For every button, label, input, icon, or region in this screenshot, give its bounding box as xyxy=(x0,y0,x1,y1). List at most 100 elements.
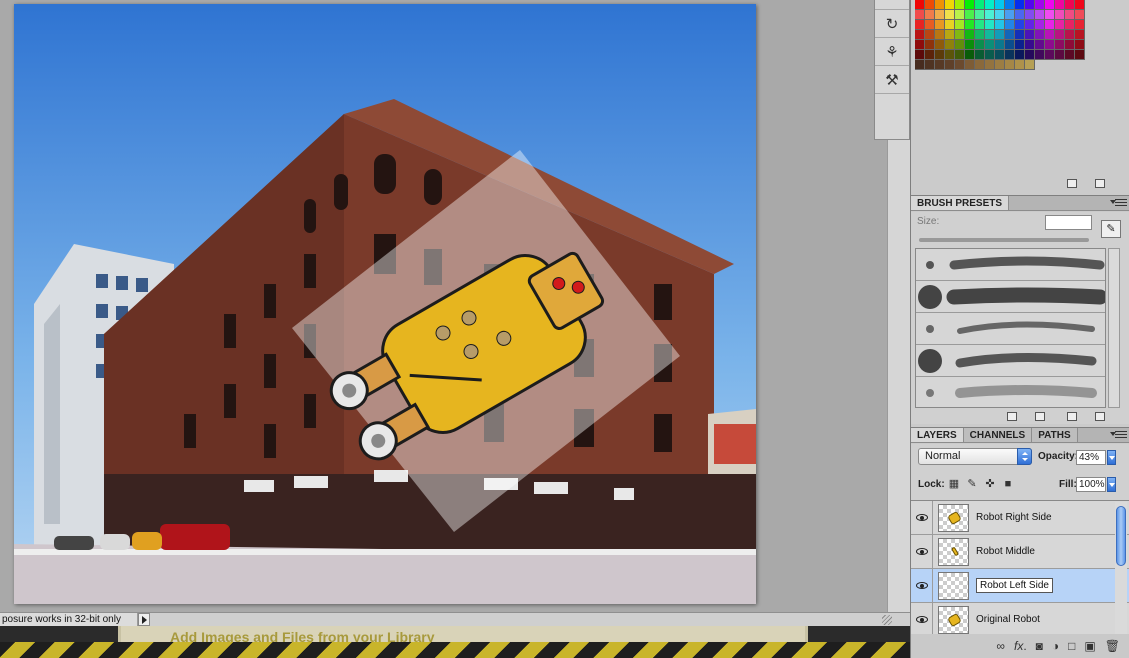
color-swatch[interactable] xyxy=(915,10,925,20)
fill-field[interactable]: 100% xyxy=(1076,477,1106,492)
color-swatch[interactable] xyxy=(1015,30,1025,40)
color-swatch[interactable] xyxy=(925,60,935,70)
delete-swatch-icon[interactable] xyxy=(1095,179,1105,188)
color-swatch[interactable] xyxy=(1035,50,1045,60)
toggle-brush-panel-icon[interactable]: ✎ xyxy=(1101,220,1121,238)
color-swatch[interactable] xyxy=(935,30,945,40)
color-swatch[interactable] xyxy=(915,40,925,50)
brush-preset-item[interactable] xyxy=(916,345,1105,377)
color-swatch[interactable] xyxy=(1005,50,1015,60)
color-swatch[interactable] xyxy=(1005,60,1015,70)
color-swatch[interactable] xyxy=(1075,10,1085,20)
preview-icon[interactable] xyxy=(1007,412,1017,421)
fill-dropdown-icon[interactable] xyxy=(1107,477,1116,492)
color-swatch[interactable] xyxy=(995,50,1005,60)
color-swatch[interactable] xyxy=(1005,10,1015,20)
color-swatch[interactable] xyxy=(1015,0,1025,10)
color-swatch[interactable] xyxy=(955,40,965,50)
color-swatch[interactable] xyxy=(1025,40,1035,50)
color-swatch[interactable] xyxy=(935,50,945,60)
color-swatch[interactable] xyxy=(1015,40,1025,50)
size-slider[interactable] xyxy=(919,238,1089,242)
color-swatch[interactable] xyxy=(925,10,935,20)
lock-position-icon[interactable]: ✜ xyxy=(983,477,997,491)
clone-source-icon[interactable]: ⚘ xyxy=(875,38,909,66)
visibility-toggle[interactable] xyxy=(911,568,933,603)
color-swatch[interactable] xyxy=(1055,20,1065,30)
fx-icon[interactable]: fx. xyxy=(1014,639,1027,653)
color-swatch[interactable] xyxy=(1035,0,1045,10)
color-swatch[interactable] xyxy=(955,0,965,10)
blend-mode-select[interactable]: Normal xyxy=(918,448,1032,465)
brush-list-scrollbar[interactable] xyxy=(1108,248,1120,408)
color-swatch[interactable] xyxy=(1035,30,1045,40)
color-swatch[interactable] xyxy=(975,40,985,50)
adjustment-icon[interactable]: ◑ xyxy=(1052,639,1059,653)
color-swatch[interactable] xyxy=(1075,20,1085,30)
color-swatch[interactable] xyxy=(945,30,955,40)
color-swatch[interactable] xyxy=(1015,20,1025,30)
lock-all-icon[interactable]: ■ xyxy=(1001,477,1015,491)
color-swatch[interactable] xyxy=(975,50,985,60)
scroll-thumb[interactable] xyxy=(1116,506,1126,566)
layer-name-edit-field[interactable]: Robot Left Side xyxy=(976,578,1053,593)
color-swatch[interactable] xyxy=(915,50,925,60)
opacity-dropdown-icon[interactable] xyxy=(1107,450,1116,465)
layer-row[interactable]: Robot Right Side xyxy=(911,500,1129,535)
color-swatch[interactable] xyxy=(965,10,975,20)
brush-preset-item[interactable] xyxy=(916,377,1105,407)
color-swatch[interactable] xyxy=(1055,50,1065,60)
document-canvas[interactable] xyxy=(14,4,756,604)
color-swatch[interactable] xyxy=(995,30,1005,40)
color-swatch[interactable] xyxy=(925,0,935,10)
visibility-toggle[interactable] xyxy=(911,500,933,535)
color-swatch[interactable] xyxy=(925,20,935,30)
color-swatch[interactable] xyxy=(1075,30,1085,40)
layer-row-selected[interactable]: Robot Left Side xyxy=(911,568,1129,603)
status-menu-arrow-icon[interactable] xyxy=(138,613,150,626)
color-swatch[interactable] xyxy=(955,60,965,70)
color-swatch[interactable] xyxy=(985,50,995,60)
brush-preset-item[interactable] xyxy=(916,281,1105,313)
color-swatch[interactable] xyxy=(1005,0,1015,10)
color-swatch[interactable] xyxy=(975,30,985,40)
color-swatch[interactable] xyxy=(1025,20,1035,30)
lock-transparency-icon[interactable]: ▦ xyxy=(947,477,961,491)
color-swatch[interactable] xyxy=(1045,30,1055,40)
color-swatch[interactable] xyxy=(1045,10,1055,20)
opacity-field[interactable]: 43% xyxy=(1076,450,1106,465)
color-swatch[interactable] xyxy=(1065,50,1075,60)
new-layer-icon[interactable]: ▣ xyxy=(1084,639,1095,653)
color-swatch[interactable] xyxy=(1055,0,1065,10)
tab-paths[interactable]: PATHS xyxy=(1032,428,1078,442)
color-swatch[interactable] xyxy=(935,10,945,20)
visibility-toggle[interactable] xyxy=(911,534,933,569)
color-swatch[interactable] xyxy=(975,20,985,30)
mask-icon[interactable]: ◙ xyxy=(1036,639,1043,653)
color-swatch[interactable] xyxy=(965,30,975,40)
color-swatch[interactable] xyxy=(1025,10,1035,20)
color-swatch[interactable] xyxy=(975,60,985,70)
color-swatch[interactable] xyxy=(975,10,985,20)
tab-brush-presets[interactable]: BRUSH PRESETS xyxy=(911,196,1010,210)
color-swatch[interactable] xyxy=(1035,10,1045,20)
color-swatch[interactable] xyxy=(985,30,995,40)
color-swatch[interactable] xyxy=(945,20,955,30)
color-swatch[interactable] xyxy=(995,10,1005,20)
tab-channels[interactable]: CHANNELS xyxy=(963,428,1033,442)
color-swatch[interactable] xyxy=(995,40,1005,50)
color-swatch[interactable] xyxy=(1055,40,1065,50)
color-swatch[interactable] xyxy=(915,0,925,10)
color-swatch[interactable] xyxy=(1025,60,1035,70)
color-swatch[interactable] xyxy=(1045,0,1055,10)
delete-preset-icon[interactable] xyxy=(1095,412,1105,421)
color-swatch[interactable] xyxy=(965,50,975,60)
color-swatch[interactable] xyxy=(1005,30,1015,40)
color-swatch[interactable] xyxy=(945,0,955,10)
color-swatch[interactable] xyxy=(1065,0,1075,10)
new-preset-icon[interactable] xyxy=(1067,412,1077,421)
color-swatch[interactable] xyxy=(1065,30,1075,40)
color-swatch[interactable] xyxy=(1075,50,1085,60)
color-swatch[interactable] xyxy=(935,40,945,50)
color-swatch[interactable] xyxy=(925,30,935,40)
